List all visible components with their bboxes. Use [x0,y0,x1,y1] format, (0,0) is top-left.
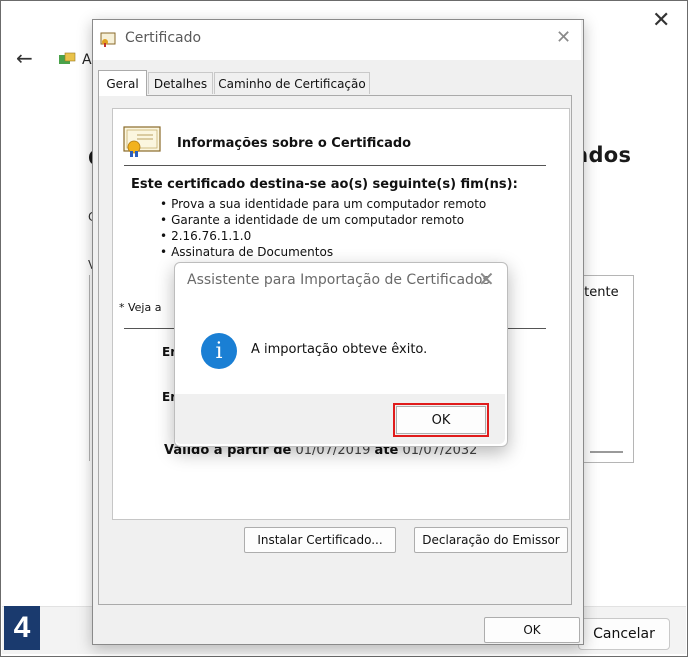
certificate-wizard-icon [59,52,76,64]
wizard-list-border [89,275,90,461]
certificate-icon [100,32,116,47]
see-statement-note: * Veja a [119,301,162,314]
certificate-icon [123,126,161,157]
tab-caminho-de-certificacao[interactable]: Caminho de Certificação [214,72,370,94]
ok-button-highlight [393,403,489,437]
close-icon[interactable]: ✕ [478,267,495,291]
issuer-statement-button[interactable]: Declaração do Emissor [414,527,568,553]
wizard-divider [590,451,623,453]
cancel-button[interactable]: Cancelar [578,618,670,650]
close-icon[interactable]: ✕ [652,8,670,33]
close-icon[interactable]: ✕ [556,27,571,48]
divider [124,165,546,166]
step-number-badge: 4 [4,606,40,650]
dialog-message: A importação obteve êxito. [251,342,428,357]
back-arrow-icon[interactable]: ← [16,46,33,70]
certificate-info-heading: Informações sobre o Certificado [177,136,412,151]
purpose-heading: Este certificado destina-se ao(s) seguin… [131,177,518,192]
dialog-title: Assistente para Importação de Certificad… [187,272,490,288]
purpose-item: Assinatura de Documentos [160,245,333,259]
purpose-item: Garante a identidade de um computador re… [160,213,464,227]
tab-detalhes[interactable]: Detalhes [148,72,213,94]
tab-geral[interactable]: Geral [98,70,147,96]
purpose-item: Prova a sua identidade para um computado… [160,197,486,211]
wizard-title-fragment: A [82,52,92,68]
certificate-ok-button[interactable]: OK [484,617,580,643]
certificate-window-title: Certificado [125,30,202,46]
install-certificate-button[interactable]: Instalar Certificado... [244,527,396,553]
purpose-item: 2.16.76.1.1.0 [160,229,251,243]
info-icon: i [201,333,237,369]
